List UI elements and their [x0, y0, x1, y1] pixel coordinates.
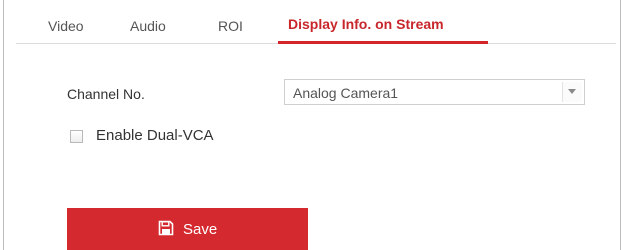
- floppy-disk-icon: [158, 220, 174, 236]
- dropdown-arrow-glyph: [568, 89, 576, 94]
- channel-no-label: Channel No.: [67, 86, 145, 102]
- enable-dual-vca-checkbox[interactable]: [70, 130, 83, 143]
- save-button[interactable]: Save: [67, 208, 308, 250]
- settings-panel: Video Audio ROI Display Info. on Stream …: [3, 0, 621, 250]
- chevron-down-icon[interactable]: [562, 82, 582, 102]
- channel-select[interactable]: Analog Camera1: [284, 79, 585, 105]
- save-button-label: Save: [183, 221, 218, 238]
- enable-dual-vca-label[interactable]: Enable Dual-VCA: [96, 127, 214, 144]
- tab-audio[interactable]: Audio: [130, 18, 166, 34]
- tab-bar: Video Audio ROI Display Info. on Stream: [16, 0, 616, 44]
- active-tab-underline: [278, 41, 488, 44]
- channel-select-value: Analog Camera1: [293, 85, 399, 101]
- tab-display-info-on-stream[interactable]: Display Info. on Stream: [288, 16, 444, 32]
- tab-roi[interactable]: ROI: [218, 18, 243, 34]
- tab-video[interactable]: Video: [48, 18, 84, 34]
